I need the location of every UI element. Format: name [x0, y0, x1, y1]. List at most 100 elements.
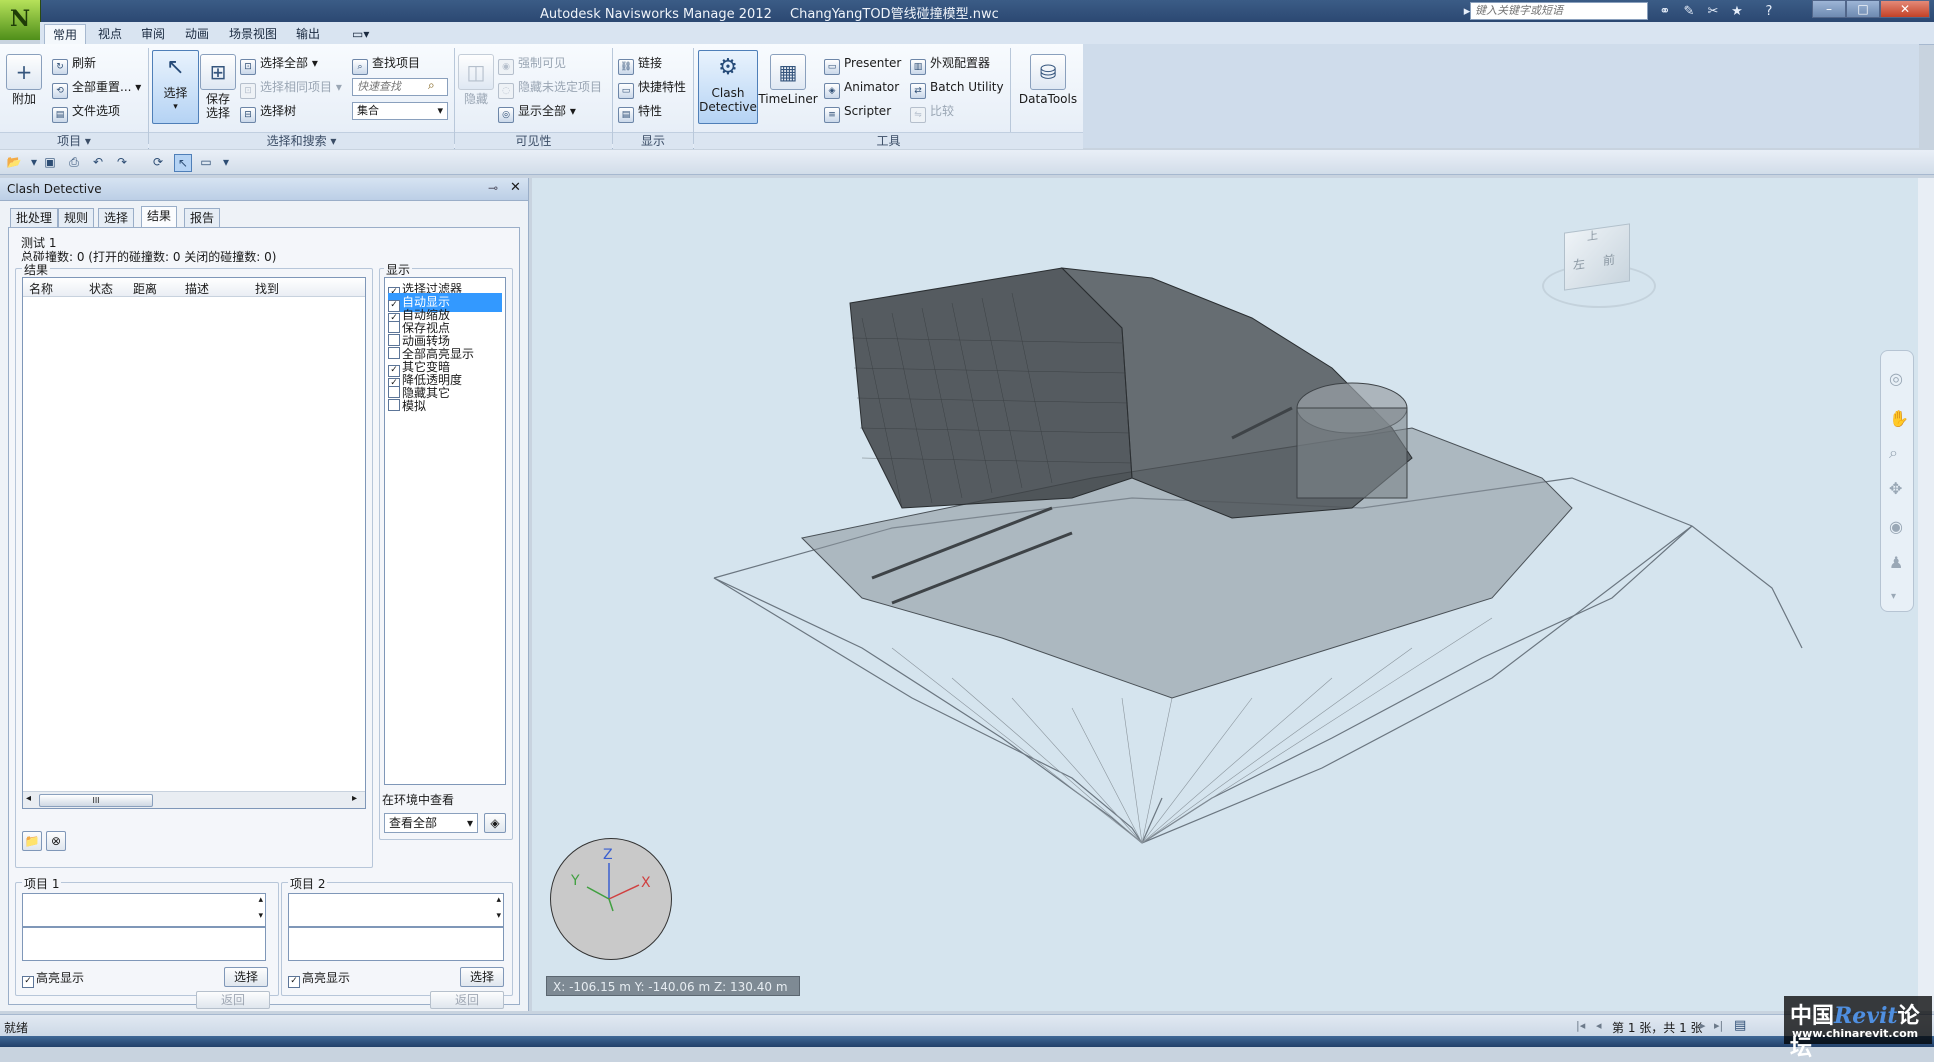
- item2-scroll-up-icon[interactable]: ▴: [496, 895, 501, 905]
- orbit-icon[interactable]: ✥: [1889, 479, 1902, 498]
- group-label-select-search[interactable]: 选择和搜索 ▾: [149, 132, 454, 149]
- application-menu-button[interactable]: N: [0, 0, 41, 40]
- item1-highlight-option[interactable]: ✓ 高亮显示: [22, 969, 84, 988]
- timeliner-button[interactable]: TimeLiner: [758, 92, 818, 106]
- require-button[interactable]: ◉ 强制可见: [498, 54, 566, 75]
- properties-button[interactable]: ▤ 特性: [618, 102, 662, 123]
- save-icon[interactable]: ▣: [42, 154, 58, 170]
- open-dropdown-icon[interactable]: ▾: [26, 154, 42, 170]
- print-icon[interactable]: ⎙: [66, 154, 82, 170]
- select-same-button[interactable]: ⊡ 选择相同项目 ▾: [240, 78, 342, 99]
- viewcube-front-label[interactable]: 前: [1603, 250, 1615, 269]
- viewcube-box[interactable]: 上 左 前: [1564, 223, 1630, 291]
- viewcube-top-label[interactable]: 上: [1587, 227, 1598, 245]
- tab-home[interactable]: 常用: [44, 24, 87, 45]
- tab-animation[interactable]: 动画: [177, 24, 217, 44]
- find-items-button[interactable]: ⌕ 查找项目: [352, 54, 420, 75]
- open-icon[interactable]: 📂: [6, 154, 22, 170]
- walk-icon[interactable]: ♟: [1889, 553, 1903, 572]
- sheet-browser-icon[interactable]: ▤: [1734, 1018, 1746, 1033]
- item2-back-button[interactable]: 返回: [430, 991, 504, 1009]
- pin-icon[interactable]: ⊸: [488, 181, 498, 195]
- sets-dropdown[interactable]: 集合 ▾: [352, 102, 448, 120]
- save-selection-button[interactable]: 保存 选择: [200, 92, 236, 120]
- hide-icon[interactable]: ◫: [458, 54, 494, 90]
- look-around-icon[interactable]: ◉: [1889, 517, 1903, 536]
- tab-output[interactable]: 输出: [288, 24, 328, 44]
- quick-properties-button[interactable]: ▭ 快捷特性: [618, 78, 686, 99]
- compare-button[interactable]: ⇋ 比较: [910, 102, 954, 123]
- scroll-right-icon[interactable]: ▸: [352, 793, 357, 804]
- links-button[interactable]: ⛓ 链接: [618, 54, 662, 75]
- checkbox-simulation[interactable]: [388, 399, 400, 411]
- option-simulation[interactable]: 模拟: [388, 397, 426, 414]
- item1-back-button[interactable]: 返回: [196, 991, 270, 1009]
- select-all-button[interactable]: ⊡ 选择全部 ▾: [240, 54, 318, 75]
- file-options-button[interactable]: ▤ 文件选项: [52, 102, 120, 123]
- first-page-icon[interactable]: |◂: [1576, 1019, 1585, 1032]
- pan-hand-icon[interactable]: ✋: [1889, 409, 1909, 428]
- column-status[interactable]: 状态: [89, 280, 113, 297]
- tab-results[interactable]: 结果: [141, 206, 178, 227]
- scene-viewport[interactable]: 上 左 前: [532, 178, 1918, 1011]
- item2-highlight-option[interactable]: ✓ 高亮显示: [288, 969, 350, 988]
- favorites-star-icon[interactable]: ★: [1728, 3, 1746, 21]
- viewcube-left-label[interactable]: 左: [1573, 255, 1585, 274]
- datatools-icon[interactable]: ⛁: [1030, 54, 1066, 90]
- tab-report[interactable]: 报告: [184, 208, 221, 228]
- selection-tree-button[interactable]: ⊟ 选择树: [240, 102, 296, 123]
- column-distance[interactable]: 距离: [133, 280, 157, 297]
- panel-close-icon[interactable]: ✕: [510, 180, 521, 195]
- wrench-icon[interactable]: ✎: [1680, 3, 1698, 21]
- item1-select-button[interactable]: 选择: [224, 967, 268, 987]
- keyword-search-input[interactable]: [1470, 2, 1648, 20]
- presenter-button[interactable]: ▭ Presenter: [824, 54, 901, 75]
- help-icon[interactable]: ?: [1760, 3, 1778, 21]
- select-button[interactable]: ↖ 选择 ▾: [152, 50, 199, 124]
- batch-utility-button[interactable]: ⇄ Batch Utility: [910, 78, 1004, 99]
- item2-scroll-down-icon[interactable]: ▾: [496, 911, 501, 921]
- horizontal-scrollbar[interactable]: ◂ III ▸: [23, 791, 365, 808]
- tools-icon[interactable]: ✂: [1704, 3, 1722, 21]
- minimize-button[interactable]: –: [1812, 0, 1846, 18]
- reset-all-button[interactable]: ⟲ 全部重置... ▾: [52, 78, 141, 99]
- navbar-menu-icon[interactable]: ▾: [1891, 591, 1896, 602]
- item2-select-button[interactable]: 选择: [460, 967, 504, 987]
- tab-extra-dropdown[interactable]: ▭▾: [344, 24, 377, 44]
- view-in-context-button[interactable]: ◈: [484, 813, 506, 833]
- item1-properties[interactable]: [22, 927, 266, 961]
- tab-select[interactable]: 选择: [98, 208, 135, 228]
- append-button[interactable]: 附加: [6, 92, 42, 106]
- refresh-icon[interactable]: ⟳: [150, 154, 166, 170]
- item1-tree[interactable]: ▴ ▾: [22, 893, 266, 927]
- column-found[interactable]: 找到: [255, 280, 279, 297]
- viewport-layout-icon[interactable]: ▭: [198, 154, 214, 170]
- item2-highlight-checkbox[interactable]: ✓: [288, 976, 300, 988]
- scroll-left-icon[interactable]: ◂: [26, 793, 31, 804]
- item2-tree[interactable]: ▴ ▾: [288, 893, 504, 927]
- tab-review[interactable]: 审阅: [133, 24, 173, 44]
- item1-scroll-down-icon[interactable]: ▾: [258, 911, 263, 921]
- hide-button[interactable]: 隐藏: [458, 92, 494, 106]
- undo-icon[interactable]: ↶: [90, 154, 106, 170]
- hide-unselected-button[interactable]: ◌ 隐藏未选定项目: [498, 78, 602, 99]
- quick-find-search-icon[interactable]: ⌕: [428, 78, 435, 93]
- save-selection-icon[interactable]: ⊞: [200, 54, 236, 90]
- tab-viewpoint[interactable]: 视点: [90, 24, 130, 44]
- close-button[interactable]: ✕: [1880, 0, 1930, 18]
- column-name[interactable]: 名称: [29, 280, 53, 297]
- datatools-button[interactable]: DataTools: [1014, 92, 1082, 106]
- view-in-context-dropdown[interactable]: 查看全部 ▾: [384, 813, 478, 833]
- clash-detective-button[interactable]: ⚙ Clash Detective: [698, 50, 758, 124]
- next-page-icon[interactable]: ▸: [1700, 1019, 1706, 1032]
- delete-folder-icon[interactable]: ⊗: [46, 831, 66, 851]
- append-icon[interactable]: +: [6, 54, 42, 90]
- timeliner-icon[interactable]: ▦: [770, 54, 806, 90]
- scripter-button[interactable]: ≡ Scripter: [824, 102, 891, 123]
- column-description[interactable]: 描述: [185, 280, 209, 297]
- results-list[interactable]: 名称 状态 距离 描述 找到 ◂ III ▸: [22, 277, 366, 809]
- tab-batch[interactable]: 批处理: [10, 208, 59, 228]
- unhide-all-button[interactable]: ◎ 显示全部 ▾: [498, 102, 576, 123]
- tab-rules[interactable]: 规则: [58, 208, 95, 228]
- tab-scene-view[interactable]: 场景视图: [221, 24, 285, 44]
